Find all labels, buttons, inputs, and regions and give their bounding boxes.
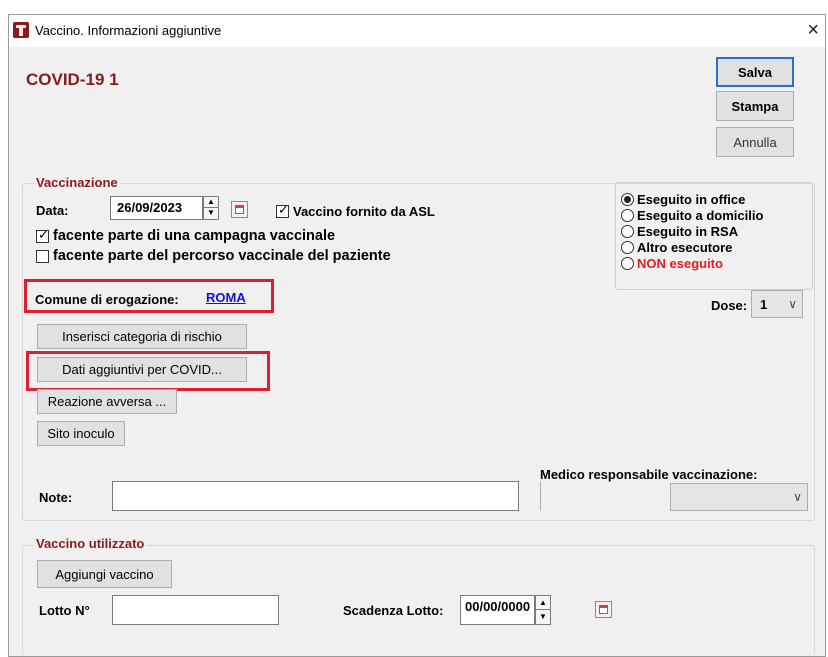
notes-field[interactable]: [112, 481, 519, 511]
spin-up-icon[interactable]: ▲: [536, 596, 550, 610]
execution-option-label: Eseguito in office: [637, 192, 746, 207]
radio-selected-icon: [624, 196, 631, 203]
calendar-icon[interactable]: [231, 201, 248, 218]
risk-category-button[interactable]: Inserisci categoria di rischio: [37, 324, 247, 349]
window-title: Vaccino. Informazioni aggiuntive: [35, 23, 222, 38]
execution-option-radio[interactable]: [621, 193, 634, 206]
app-icon: [13, 22, 29, 38]
title-bar: Vaccino. Informazioni aggiuntive ×: [9, 15, 825, 47]
date-spinner[interactable]: ▲ ▼: [203, 196, 219, 220]
execution-option-radio[interactable]: [621, 241, 634, 254]
campaign-label: facente parte di una campagna vaccinale: [53, 228, 336, 244]
date-value: 26/09/2023: [117, 200, 183, 215]
save-button[interactable]: Salva: [716, 57, 794, 87]
execution-option-radio[interactable]: [621, 209, 634, 222]
execution-option-label: Altro esecutore: [637, 240, 733, 255]
date-label: Data:: [36, 203, 69, 218]
vaccine-title: COVID-19 1: [26, 70, 119, 89]
vaccination-legend: Vaccinazione: [34, 175, 120, 190]
cancel-button[interactable]: Annulla: [716, 127, 794, 157]
municipality-label: Comune di erogazione:: [35, 292, 179, 307]
add-vaccine-button[interactable]: Aggiungi vaccino: [37, 560, 172, 588]
expiry-spinner[interactable]: ▲ ▼: [535, 595, 551, 625]
expiry-label: Scadenza Lotto:: [343, 603, 444, 618]
doctor-label: Medico responsabile vaccinazione:: [540, 467, 758, 482]
injection-site-button[interactable]: Sito inoculo: [37, 421, 125, 446]
spin-down-icon[interactable]: ▼: [204, 208, 218, 219]
expiry-value: 00/00/0000: [465, 599, 531, 614]
spin-up-icon[interactable]: ▲: [204, 197, 218, 208]
execution-option-label: Eseguito a domicilio: [637, 208, 764, 223]
campaign-checkbox[interactable]: ✓: [36, 227, 49, 243]
dialog-window: Vaccino. Informazioni aggiuntive × COVID…: [8, 14, 826, 657]
asl-checkbox[interactable]: ✓: [276, 202, 289, 218]
adverse-reaction-button[interactable]: Reazione avversa ...: [37, 389, 177, 414]
execution-option-label: Eseguito in RSA: [637, 224, 739, 239]
check-icon: ✓: [38, 227, 49, 242]
close-icon[interactable]: ×: [807, 18, 819, 42]
check-icon: ✓: [278, 202, 289, 217]
chevron-down-icon: ∨: [788, 297, 797, 311]
expiry-field[interactable]: 00/00/0000: [460, 595, 535, 625]
asl-label: Vaccino fornito da ASL: [293, 204, 435, 219]
calendar-icon[interactable]: [595, 601, 612, 618]
municipality-link[interactable]: ROMA: [206, 290, 246, 305]
execution-option-radio[interactable]: [621, 257, 634, 270]
vaccine-used-legend: Vaccino utilizzato: [34, 536, 147, 551]
date-field[interactable]: 26/09/2023: [110, 196, 203, 220]
chevron-down-icon: ∨: [793, 490, 802, 504]
doctor-select[interactable]: ∨: [670, 483, 808, 511]
dose-select[interactable]: 1 ∨: [751, 290, 803, 318]
dose-label: Dose:: [711, 298, 748, 313]
notes-label: Note:: [39, 490, 73, 505]
vaccination-path-label: facente parte del percorso vaccinale del…: [53, 248, 391, 264]
lot-number-field[interactable]: [112, 595, 279, 625]
spin-down-icon[interactable]: ▼: [536, 610, 550, 624]
vaccination-path-checkbox[interactable]: [36, 250, 49, 263]
dose-value: 1: [760, 297, 768, 312]
lot-label: Lotto N°: [39, 603, 90, 618]
doctor-divider: [540, 481, 541, 511]
covid-extra-data-button[interactable]: Dati aggiuntivi per COVID...: [37, 357, 247, 382]
execution-option-label: NON eseguito: [637, 256, 723, 271]
execution-option-radio[interactable]: [621, 225, 634, 238]
print-button[interactable]: Stampa: [716, 91, 794, 121]
